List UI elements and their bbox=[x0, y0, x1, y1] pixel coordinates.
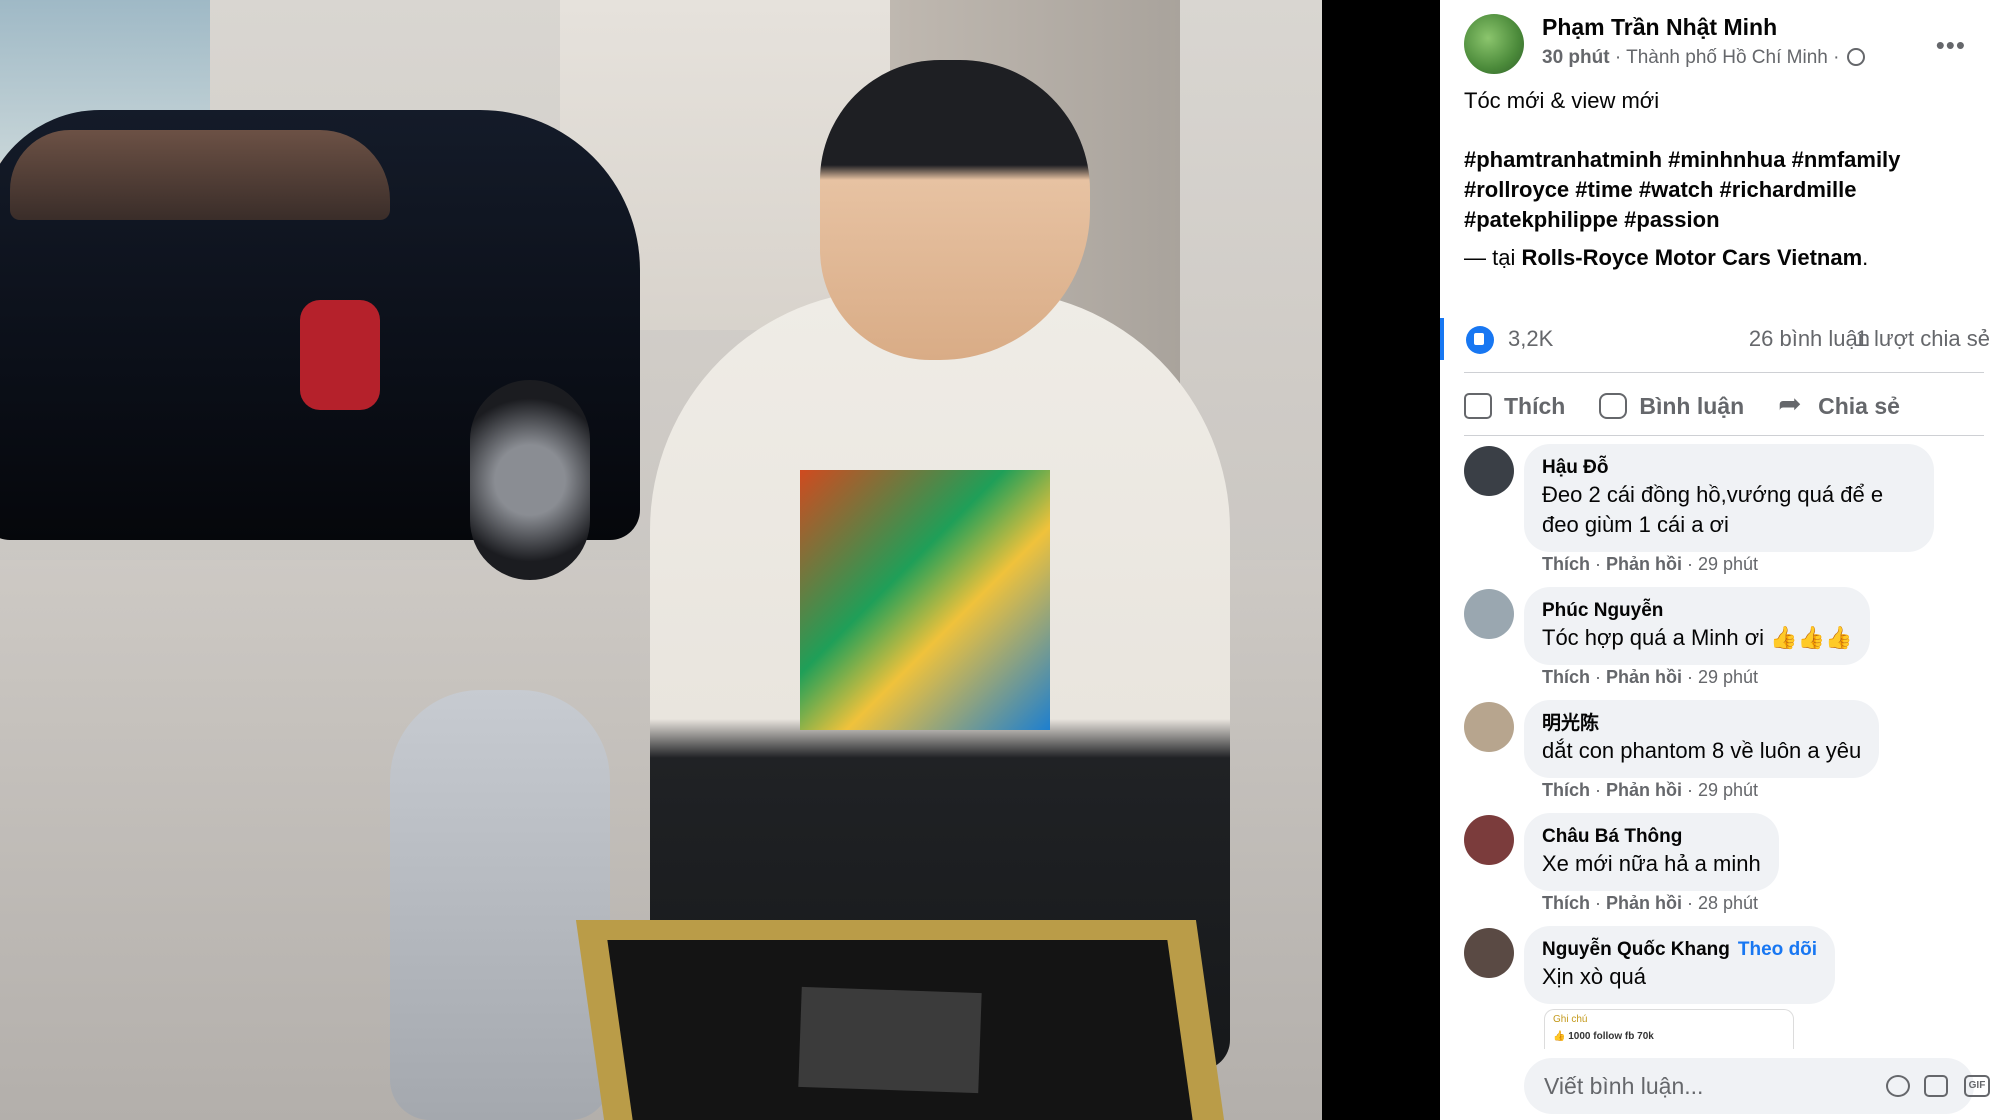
comment-time[interactable]: 29 phút bbox=[1698, 554, 1758, 574]
comment-reply-link[interactable]: Phản hồi bbox=[1606, 554, 1682, 574]
share-button[interactable]: Chia sẻ bbox=[1778, 384, 1900, 428]
comment-icon bbox=[1599, 393, 1628, 419]
comment-count[interactable]: 26 bình luận bbox=[1749, 326, 1870, 352]
comment-like-link[interactable]: Thích bbox=[1542, 554, 1590, 574]
comment-time[interactable]: 28 phút bbox=[1698, 893, 1758, 913]
post-photo[interactable] bbox=[0, 0, 1322, 1120]
comment-like-link[interactable]: Thích bbox=[1542, 667, 1590, 687]
post-meta: 30 phút · Thành phố Hồ Chí Minh · bbox=[1542, 47, 1865, 69]
comment-like-link[interactable]: Thích bbox=[1542, 780, 1590, 800]
comment-like-link[interactable]: Thích bbox=[1542, 893, 1590, 913]
commenter-avatar[interactable] bbox=[1464, 928, 1514, 978]
comment-reply-link[interactable]: Phản hồi bbox=[1606, 667, 1682, 687]
post-time[interactable]: 30 phút bbox=[1542, 47, 1610, 68]
comment-item: 明光陈 dắt con phantom 8 về luôn a yêu Thíc… bbox=[1464, 700, 1984, 813]
post-header: Phạm Trần Nhật Minh 30 phút · Thành phố … bbox=[1464, 12, 1984, 74]
photo-viewer bbox=[0, 0, 1440, 1120]
comment-reply-link[interactable]: Phản hồi bbox=[1606, 893, 1682, 913]
comment-item: Phúc Nguyễn Tóc hợp quá a Minh ơi 👍👍👍 Th… bbox=[1464, 587, 1984, 700]
comment-reply-link[interactable]: Phản hồi bbox=[1606, 780, 1682, 800]
comment-bubble: 明光陈 dắt con phantom 8 về luôn a yêu bbox=[1524, 700, 1880, 778]
globe-icon bbox=[1846, 48, 1865, 66]
author-avatar[interactable] bbox=[1464, 14, 1524, 74]
divider bbox=[1464, 435, 1984, 436]
follow-link[interactable]: Theo dõi bbox=[1738, 939, 1817, 960]
comment-button[interactable]: Bình luận bbox=[1599, 384, 1744, 428]
share-count[interactable]: 1 lượt chia sẻ bbox=[1856, 326, 1990, 352]
commenter-name[interactable]: Nguyễn Quốc Khang bbox=[1542, 939, 1730, 960]
comment-input[interactable] bbox=[1544, 1068, 1794, 1104]
reaction-stats: 3,2K 26 bình luận 1 lượt chia sẻ bbox=[1440, 318, 1990, 360]
like-button[interactable]: Thích bbox=[1464, 384, 1565, 428]
post-location[interactable]: Thành phố Hồ Chí Minh bbox=[1626, 47, 1828, 68]
divider bbox=[1464, 372, 1984, 373]
figurine-shape bbox=[390, 690, 610, 1120]
note-label: Ghi chú bbox=[1553, 1014, 1588, 1025]
more-options-icon[interactable]: ••• bbox=[1936, 32, 1966, 58]
comment-bubble: Phúc Nguyễn Tóc hợp quá a Minh ơi 👍👍👍 bbox=[1524, 587, 1871, 665]
comment-list: Hậu Đỗ Đeo 2 cái đồng hồ,vướng quá để e … bbox=[1464, 444, 1984, 1049]
gif-icon[interactable]: GIF bbox=[1964, 1075, 1990, 1097]
post-text: Tóc mới & view mới #phamtranhatminh #min… bbox=[1464, 86, 1984, 273]
like-count[interactable]: 3,2K bbox=[1508, 326, 1553, 352]
commenter-avatar[interactable] bbox=[1464, 589, 1514, 639]
camera-icon[interactable] bbox=[1924, 1075, 1948, 1097]
like-reaction-icon bbox=[1466, 326, 1494, 354]
comment-text: Đeo 2 cái đồng hồ,vướng quá để e đeo giù… bbox=[1542, 482, 1884, 537]
emoji-icon[interactable] bbox=[1886, 1075, 1910, 1097]
comment-text: dắt con phantom 8 về luôn a yêu bbox=[1542, 738, 1862, 763]
comment-actions: Thích · Phản hồi · 29 phút bbox=[1542, 667, 1759, 687]
thumbs-up-icon bbox=[1464, 393, 1492, 419]
comment-bubble: Hậu Đỗ Đeo 2 cái đồng hồ,vướng quá để e … bbox=[1524, 444, 1934, 552]
comment-actions: Thích · Phản hồi · 29 phút bbox=[1542, 780, 1759, 800]
comment-item: Hậu Đỗ Đeo 2 cái đồng hồ,vướng quá để e … bbox=[1464, 444, 1984, 587]
place-link[interactable]: Rolls-Royce Motor Cars Vietnam bbox=[1521, 245, 1862, 270]
share-icon bbox=[1778, 387, 1806, 420]
comment-text: Xịn xò quá bbox=[1542, 964, 1646, 989]
post-caption: Tóc mới & view mới bbox=[1464, 88, 1660, 113]
commenter-avatar[interactable] bbox=[1464, 702, 1514, 752]
author-name[interactable]: Phạm Trần Nhật Minh bbox=[1542, 14, 1777, 41]
comment-attachment-image[interactable]: Ghi chú 👍 1000 follow fb 70k bbox=[1544, 1009, 1794, 1049]
comment-composer: GIF bbox=[1524, 1058, 1990, 1114]
post-checkin: — tại Rolls-Royce Motor Cars Vietnam. bbox=[1464, 245, 1869, 270]
commenter-avatar[interactable] bbox=[1464, 446, 1514, 496]
comment-bubble: Châu Bá Thông Xe mới nữa hả a minh bbox=[1524, 813, 1779, 891]
commenter-name[interactable]: 明光陈 bbox=[1542, 712, 1861, 736]
commenter-name[interactable]: Hậu Đỗ bbox=[1542, 456, 1916, 480]
commenter-name[interactable]: Châu Bá Thông bbox=[1542, 825, 1761, 849]
post-hashtags[interactable]: #phamtranhatminh #minhnhua #nmfamily #ro… bbox=[1464, 145, 1984, 235]
comment-time[interactable]: 29 phút bbox=[1698, 667, 1758, 687]
commenter-name[interactable]: Phúc Nguyễn bbox=[1542, 599, 1852, 623]
comment-bubble: Nguyễn Quốc Khang Theo dõi Xịn xò quá bbox=[1524, 926, 1836, 1004]
comment-text: Xe mới nữa hả a minh bbox=[1542, 851, 1761, 876]
comment-actions: Thích · Phản hồi · 28 phút bbox=[1542, 893, 1759, 913]
comment-text: Tóc hợp quá a Minh ơi 👍👍👍 bbox=[1542, 625, 1853, 650]
comment-item: Châu Bá Thông Xe mới nữa hả a minh Thích… bbox=[1464, 813, 1984, 926]
comment-actions: Thích · Phản hồi · 29 phút bbox=[1542, 554, 1759, 574]
comment-time[interactable]: 29 phút bbox=[1698, 780, 1758, 800]
attachment-text: 👍 1000 follow fb 70k bbox=[1553, 1031, 1654, 1042]
post-side-panel: Phạm Trần Nhật Minh 30 phút · Thành phố … bbox=[1440, 0, 2000, 1120]
post-actions: Thích Bình luận Chia sẻ bbox=[1464, 384, 1984, 428]
commenter-avatar[interactable] bbox=[1464, 815, 1514, 865]
